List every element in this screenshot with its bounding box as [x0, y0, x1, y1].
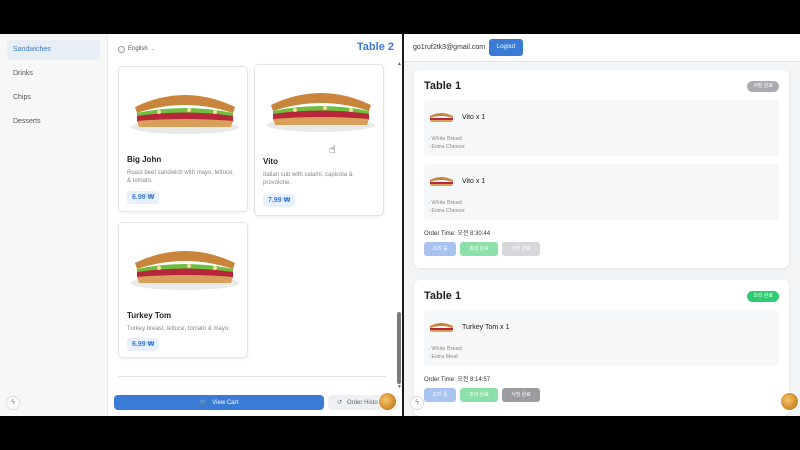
divider	[118, 376, 386, 377]
lightning-icon[interactable]: ϟ	[6, 396, 20, 410]
sandwich-image	[131, 251, 239, 290]
orders-pane: go1ruf2tk3@gmail.com Logout Table 1 서빙 완…	[404, 34, 800, 416]
category-sidebar: Sandwiches Drinks Chips Desserts ϟ	[0, 34, 108, 416]
order-item-option: - Extra Cheese	[428, 208, 465, 214]
menu-item-name: Turkey Tom	[127, 311, 172, 320]
menu-item-price: 6.99 ₩	[127, 191, 160, 204]
menu-card-vito[interactable]: Vito Italian sub with salami, capicola &…	[254, 64, 384, 216]
scrollbar-thumb[interactable]	[397, 312, 401, 384]
menu-item-description: Italian sub with salami, capicola & prov…	[263, 172, 353, 186]
hand-cursor-icon: ☝	[329, 144, 336, 156]
menu-item-price: 7.99 ₩	[263, 194, 296, 207]
order-item-option: - Extra Meat	[428, 354, 458, 360]
order-item: Vito x 1 - White Bread - Extra Cheese	[424, 100, 779, 156]
cooking-button[interactable]: 조리 중	[424, 242, 456, 256]
cooked-button[interactable]: 조리 완료	[460, 242, 498, 256]
screen: Sandwiches Drinks Chips Desserts ϟ Engli…	[0, 0, 800, 450]
order-item-name: Turkey Tom x 1	[462, 324, 510, 331]
menu-card-big-john[interactable]: Big John Roast beef sandwich with mayo, …	[118, 66, 248, 212]
order-table-title: Table 1	[424, 290, 462, 302]
order-time: Order Time: 오전 8:14:57	[424, 377, 491, 383]
language-selector[interactable]: English ⌄	[118, 42, 155, 56]
status-badge: 조리 완료	[747, 291, 779, 302]
globe-icon	[118, 45, 125, 53]
sandwich-image	[131, 95, 239, 134]
view-cart-label: View Cart	[212, 399, 239, 406]
chevron-down-icon: ⌄	[150, 46, 155, 52]
order-item-option: - White Bread	[428, 346, 462, 352]
order-item-option: - Extra Cheese	[428, 144, 465, 150]
menu-item-description: Turkey breast, lettuce, tomato & mayo.	[127, 326, 230, 332]
cooked-button[interactable]: 조리 완료	[460, 388, 498, 402]
user-email: go1ruf2tk3@gmail.com	[413, 44, 486, 51]
category-drinks[interactable]: Drinks	[7, 64, 100, 84]
order-table-title: Table 1	[424, 80, 462, 92]
served-button[interactable]: 서빙 완료	[502, 388, 540, 402]
avatar[interactable]	[780, 392, 799, 411]
page-title: Table 2	[356, 41, 394, 53]
menu-item-name: Vito	[263, 157, 278, 166]
status-badge: 서빙 완료	[747, 81, 779, 92]
history-icon: ↺	[337, 400, 343, 406]
header: go1ruf2tk3@gmail.com Logout	[404, 34, 800, 62]
served-button[interactable]: 서빙 완료	[502, 242, 540, 256]
view-cart-button[interactable]: 🛒 View Cart	[114, 395, 324, 410]
menu-item-description: Roast beef sandwich with mayo, lettuce, …	[127, 170, 235, 184]
order-item-name: Vito x 1	[462, 178, 486, 185]
sandwich-image	[267, 93, 375, 132]
cooking-button[interactable]: 조리 중	[424, 388, 456, 402]
menu-grid: Big John Roast beef sandwich with mayo, …	[108, 60, 394, 392]
order-item-option: - White Bread	[428, 200, 462, 206]
lightning-icon[interactable]: ϟ	[410, 396, 424, 410]
cart-icon: 🛒	[199, 400, 208, 406]
order-item-name: Vito x 1	[462, 114, 486, 121]
order-time: Order Time: 오전 8:30:44	[424, 231, 491, 237]
menu-card-turkey-tom[interactable]: Turkey Tom Turkey breast, lettuce, tomat…	[118, 222, 248, 358]
order-card: Table 1 서빙 완료 Vito x 1 - White Bread - E…	[414, 70, 789, 268]
order-item-option: - White Bread	[428, 136, 462, 142]
logout-button[interactable]: Logout	[489, 39, 523, 56]
category-sandwiches[interactable]: Sandwiches	[7, 40, 100, 60]
menu-item-price: 6.99 ₩	[127, 338, 160, 351]
sandwich-thumbnail	[430, 323, 453, 332]
category-desserts[interactable]: Desserts	[7, 112, 100, 132]
order-card: Table 1 조리 완료 Turkey Tom x 1 - White Bre…	[414, 280, 789, 416]
customer-menu-pane: Sandwiches Drinks Chips Desserts ϟ Engli…	[0, 34, 402, 416]
menu-item-name: Big John	[127, 155, 162, 164]
category-chips[interactable]: Chips	[7, 88, 100, 108]
order-item: Turkey Tom x 1 - White Bread - Extra Mea…	[424, 310, 779, 366]
sandwich-thumbnail	[430, 113, 453, 122]
language-label: English	[128, 46, 148, 52]
avatar[interactable]	[378, 392, 397, 411]
sandwich-thumbnail	[430, 177, 453, 186]
order-item: Vito x 1 - White Bread - Extra Cheese	[424, 164, 779, 220]
